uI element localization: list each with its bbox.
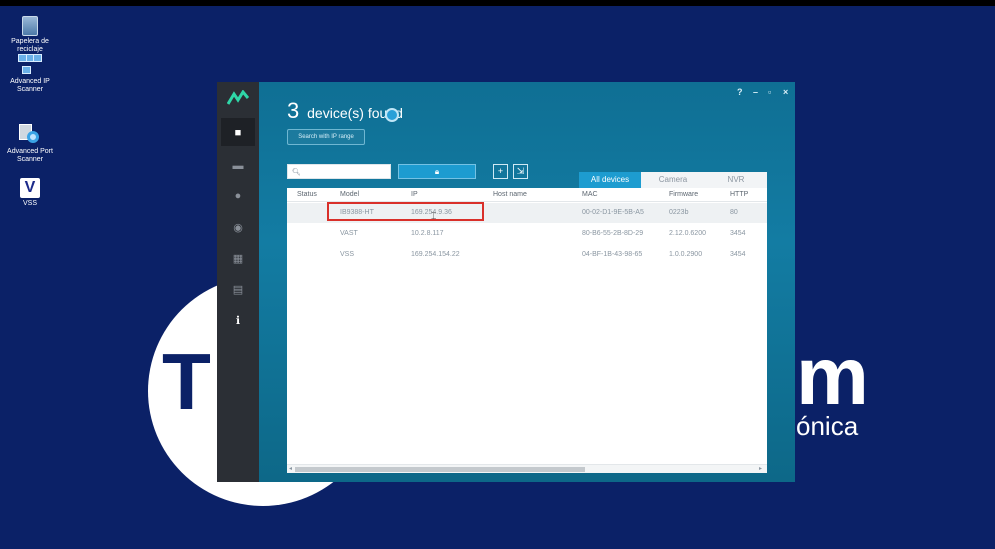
info-icon[interactable]: ℹ xyxy=(230,314,246,328)
cell-model: VSS xyxy=(340,251,355,258)
desktop-icon-label: Advanced Port Scanner xyxy=(7,148,53,163)
monitor-icon[interactable]: ▬ xyxy=(230,159,246,173)
desktop-icon-port-scanner[interactable]: Advanced Port Scanner xyxy=(2,122,58,164)
desktop-icon-label: Papelera de reciclaje xyxy=(11,38,49,53)
tab-camera[interactable]: Camera xyxy=(641,172,705,188)
desktop-icon-label: VSS xyxy=(22,200,37,207)
desktop-icon-recycle-bin[interactable]: Papelera de reciclaje xyxy=(2,16,58,54)
tab-nvr[interactable]: NVR xyxy=(705,172,767,188)
search-ip-range-button[interactable]: Search with IP range xyxy=(287,129,365,145)
table-row[interactable]: VAST 10.2.8.117 80-B6-55-2B-8D-29 2.12.0… xyxy=(287,224,767,244)
sidebar: ■ ▬ ● ◉ ▦ ▤ ℹ xyxy=(217,82,259,482)
highlight-annotation-box xyxy=(327,202,484,221)
column-header[interactable]: MAC xyxy=(582,191,598,198)
column-header[interactable]: Firmware xyxy=(669,191,698,198)
add-device-button[interactable]: + xyxy=(493,164,508,179)
column-header[interactable]: Host name xyxy=(493,191,527,198)
desktop: T m ónica Papelera de reciclaje Advanced… xyxy=(0,6,995,549)
cell-model: VAST xyxy=(340,230,358,237)
search-input[interactable]: 🔍︎ xyxy=(287,164,391,179)
mouse-cursor-icon: ⌶ xyxy=(431,211,437,221)
close-button[interactable]: × xyxy=(783,87,788,97)
vss-app-icon: V xyxy=(20,178,40,198)
device-table: Status Model IP Host name MAC Firmware H… xyxy=(287,188,767,473)
vivotek-shepherd-window: ■ ▬ ● ◉ ▦ ▤ ℹ ? – ▫ × 3 device(s) found … xyxy=(217,82,795,482)
cell-ip: 169.254.154.22 xyxy=(411,251,460,258)
import-icon: ⇲ xyxy=(516,166,525,176)
maximize-button[interactable]: ▫ xyxy=(768,87,771,97)
cell-http: 3454 xyxy=(730,251,746,258)
column-header[interactable]: Status xyxy=(297,191,317,198)
location-icon[interactable]: ● xyxy=(230,189,246,203)
cell-firmware: 1.0.0.2900 xyxy=(669,251,703,258)
background-logo-subtext: ónica xyxy=(796,411,859,441)
app-logo-icon xyxy=(227,90,249,105)
scrollbar-thumb[interactable] xyxy=(295,467,585,472)
cell-mac: 04-BF-1B-43-98-65 xyxy=(582,251,643,258)
column-header[interactable]: IP xyxy=(411,191,418,198)
cell-http: 3454 xyxy=(730,230,746,237)
background-logo-text: m xyxy=(796,331,869,422)
home-icon[interactable]: ■ xyxy=(230,126,246,140)
cell-mac: 00-02-D1-9E-5B-A5 xyxy=(582,209,644,216)
refresh-icon[interactable] xyxy=(385,108,399,122)
table-header: Status Model IP Host name MAC Firmware H… xyxy=(287,188,767,202)
cell-firmware: 0223b xyxy=(669,209,689,216)
grid-icon[interactable]: ▦ xyxy=(230,252,246,266)
scroll-left-icon[interactable]: ◂ xyxy=(289,465,292,474)
minimize-button[interactable]: – xyxy=(753,87,758,97)
horizontal-scrollbar[interactable]: ◂ ▸ xyxy=(287,464,767,473)
lock-button[interactable]: 🔒︎ xyxy=(398,164,476,179)
scroll-right-icon[interactable]: ▸ xyxy=(759,465,762,474)
help-button[interactable]: ? xyxy=(737,87,743,97)
cell-http: 80 xyxy=(730,209,738,216)
device-tabs: All devices Camera NVR xyxy=(579,172,767,188)
network-scanner-icon xyxy=(18,54,42,76)
recycle-bin-icon xyxy=(22,16,38,36)
table-row[interactable]: VSS 169.254.154.22 04-BF-1B-43-98-65 1.0… xyxy=(287,245,767,265)
tab-all-devices[interactable]: All devices xyxy=(579,172,641,188)
background-logo-letter: T xyxy=(162,337,211,426)
import-button[interactable]: ⇲ xyxy=(513,164,528,179)
device-count: 3 xyxy=(287,98,300,123)
column-header[interactable]: HTTP xyxy=(730,191,748,198)
report-icon[interactable]: ▤ xyxy=(230,283,246,297)
cell-firmware: 2.12.0.6200 xyxy=(669,230,706,237)
desktop-icon-ip-scanner[interactable]: Advanced IP Scanner xyxy=(2,54,58,94)
port-scanner-icon xyxy=(18,122,42,146)
search-icon: 🔍︎ xyxy=(292,169,301,176)
column-header[interactable]: Model xyxy=(340,191,359,198)
playback-icon[interactable]: ◉ xyxy=(230,221,246,235)
desktop-icon-label: Advanced IP Scanner xyxy=(10,78,50,93)
cell-mac: 80-B6-55-2B-8D-29 xyxy=(582,230,644,237)
desktop-icon-vss[interactable]: V VSS xyxy=(2,178,58,208)
lock-icon: 🔒︎ xyxy=(434,167,440,176)
cell-ip: 10.2.8.117 xyxy=(411,230,444,237)
